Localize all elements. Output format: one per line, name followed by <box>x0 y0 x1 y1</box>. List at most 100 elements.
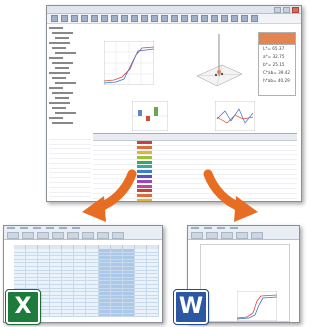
table-cell <box>268 165 282 169</box>
table-cell <box>182 170 196 174</box>
table-cell <box>153 151 167 155</box>
table-cell <box>93 146 107 150</box>
toolbar-button[interactable] <box>101 15 108 22</box>
ribbon-tab[interactable] <box>72 227 80 229</box>
ribbon-tab[interactable] <box>191 227 199 229</box>
maximize-button[interactable] <box>283 7 290 13</box>
table-cell <box>225 141 239 145</box>
table-column-header[interactable] <box>122 134 137 140</box>
table-column-header[interactable] <box>93 134 108 140</box>
ribbon-group[interactable] <box>206 232 218 239</box>
table-cell <box>239 146 253 150</box>
table-cell <box>254 146 268 150</box>
table-cell <box>93 160 107 164</box>
ribbon-group[interactable] <box>221 232 233 239</box>
table-column-header[interactable] <box>268 134 283 140</box>
embedded-spectral-chart <box>237 291 277 321</box>
table-column-header[interactable] <box>253 134 268 140</box>
table-column-header[interactable] <box>151 134 166 140</box>
toolbar-button[interactable] <box>71 15 78 22</box>
table-cell <box>107 141 121 145</box>
toolbar-button[interactable] <box>81 15 88 22</box>
word-logo-icon: W <box>173 289 209 325</box>
table-cell <box>282 146 296 150</box>
toolbar-button[interactable] <box>241 15 248 22</box>
table-cell <box>182 155 196 159</box>
table-column-header[interactable] <box>108 134 123 140</box>
tree-row[interactable] <box>49 121 85 126</box>
toolbar-button[interactable] <box>121 15 128 22</box>
toolbar-button[interactable] <box>251 15 258 22</box>
table-column-header[interactable] <box>283 134 298 140</box>
ribbon-tab[interactable] <box>33 227 41 229</box>
ribbon-group[interactable] <box>236 232 248 239</box>
toolbar-button[interactable] <box>51 15 58 22</box>
table-cell <box>254 160 268 164</box>
table-cell <box>153 165 167 169</box>
table-cell <box>282 165 296 169</box>
ribbon-tab[interactable] <box>46 227 54 229</box>
ribbon-group[interactable] <box>67 232 79 239</box>
ribbon-group[interactable] <box>112 232 124 239</box>
toolbar-button[interactable] <box>171 15 178 22</box>
table-cell <box>282 141 296 145</box>
toolbar-button[interactable] <box>201 15 208 22</box>
readout-l: L*= 65.37 <box>263 46 285 51</box>
difference-line-chart <box>215 101 255 131</box>
table-cell <box>122 155 136 159</box>
table-cell <box>153 189 167 193</box>
table-cell <box>167 184 181 188</box>
color-swatch-cell <box>136 146 152 150</box>
table-column-header[interactable] <box>195 134 210 140</box>
close-button[interactable] <box>292 7 299 13</box>
minimize-button[interactable] <box>274 7 281 13</box>
table-cell <box>282 155 296 159</box>
ribbon-tab[interactable] <box>230 227 238 229</box>
ribbon-tab[interactable] <box>20 227 28 229</box>
table-cell <box>182 175 196 179</box>
table-cell <box>254 155 268 159</box>
ribbon-group[interactable] <box>52 232 64 239</box>
document-page[interactable] <box>200 244 290 322</box>
spectral-chart <box>104 41 154 85</box>
toolbar-button[interactable] <box>231 15 238 22</box>
ribbon-group[interactable] <box>251 232 263 239</box>
ribbon-tab[interactable] <box>59 227 67 229</box>
data-tree-panel[interactable] <box>49 26 85 134</box>
table-cell <box>210 151 224 155</box>
ribbon-tab[interactable] <box>7 227 15 229</box>
ribbon-group[interactable] <box>191 232 203 239</box>
table-cell <box>153 199 167 201</box>
table-column-header[interactable] <box>210 134 225 140</box>
toolbar-button[interactable] <box>151 15 158 22</box>
toolbar-button[interactable] <box>111 15 118 22</box>
ribbon-group[interactable] <box>7 232 19 239</box>
table-cell <box>268 189 282 193</box>
ribbon-tab[interactable] <box>204 227 212 229</box>
toolbar-button[interactable] <box>161 15 168 22</box>
toolbar-button[interactable] <box>181 15 188 22</box>
color-swatch-cell <box>136 141 152 145</box>
table-column-header[interactable] <box>137 134 152 140</box>
table-column-header[interactable] <box>180 134 195 140</box>
toolbar-button[interactable] <box>61 15 68 22</box>
ribbon-group[interactable] <box>82 232 94 239</box>
toolbar-button[interactable] <box>91 15 98 22</box>
ribbon-tab[interactable] <box>217 227 225 229</box>
table-cell <box>167 160 181 164</box>
table-column-header[interactable] <box>224 134 239 140</box>
table-column-header[interactable] <box>239 134 254 140</box>
ribbon-group[interactable] <box>22 232 34 239</box>
table-cell <box>122 141 136 145</box>
table-cell <box>282 189 296 193</box>
toolbar-button[interactable] <box>191 15 198 22</box>
ribbon-group[interactable] <box>97 232 109 239</box>
toolbar-button[interactable] <box>221 15 228 22</box>
ribbon-group[interactable] <box>37 232 49 239</box>
toolbar-button[interactable] <box>131 15 138 22</box>
readout-c: C*ab= 39.42 <box>263 70 291 75</box>
table-cell <box>167 165 181 169</box>
toolbar-button[interactable] <box>211 15 218 22</box>
table-column-header[interactable] <box>166 134 181 140</box>
toolbar-button[interactable] <box>141 15 148 22</box>
